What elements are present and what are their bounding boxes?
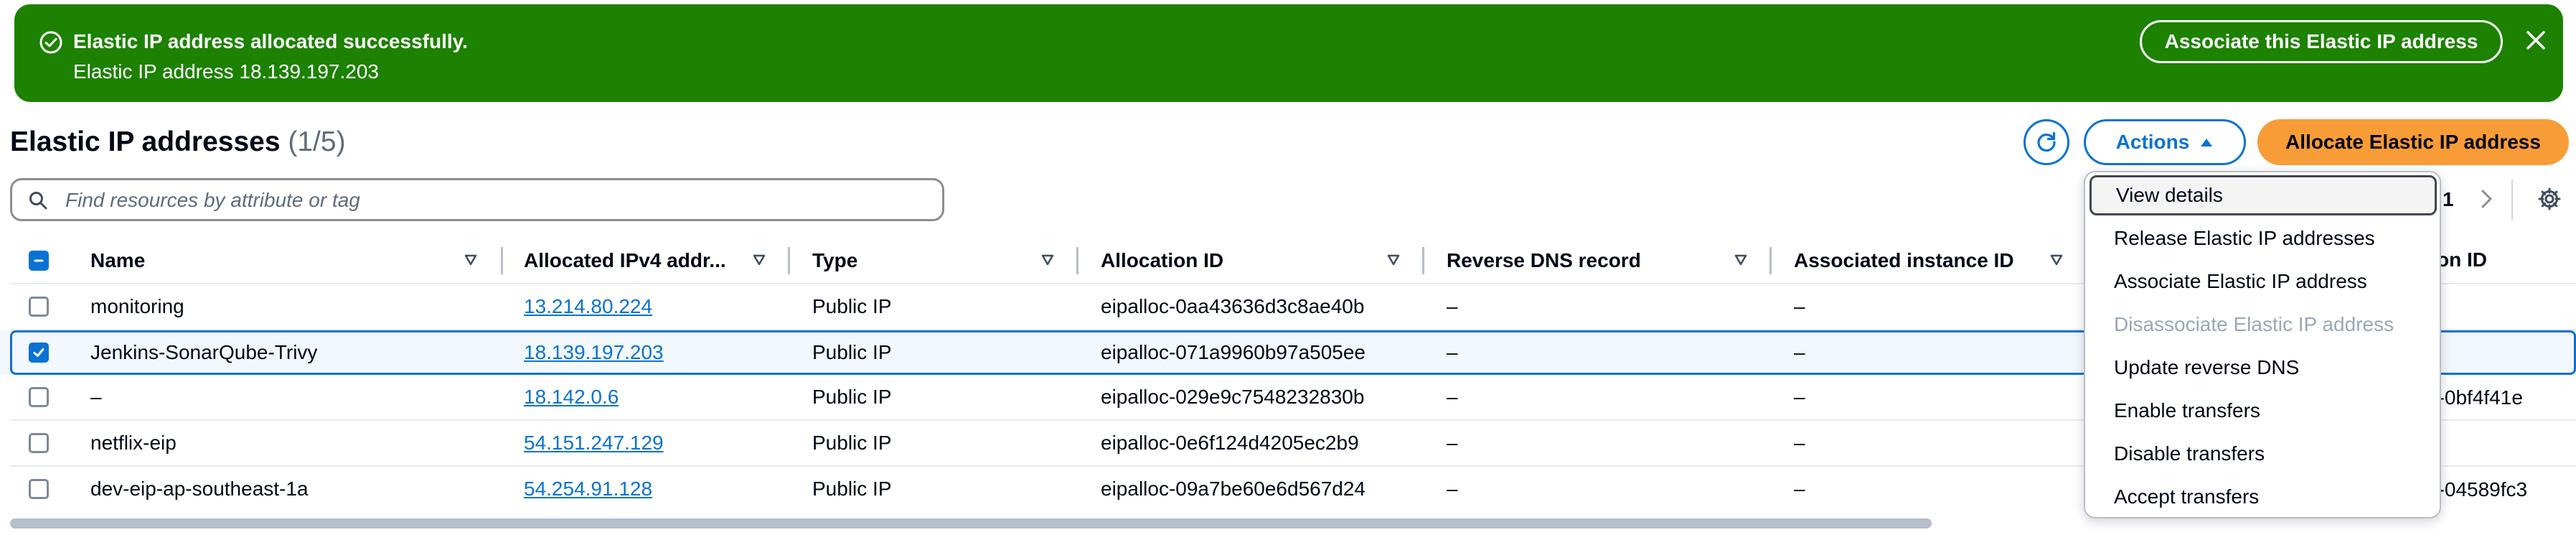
menu-item-enable-transfers[interactable]: Enable transfers bbox=[2085, 391, 2440, 431]
column-resizer[interactable] bbox=[501, 247, 503, 274]
sort-icon[interactable] bbox=[1386, 253, 1401, 267]
cell-name: netflix-eip bbox=[90, 432, 177, 454]
cell-ip-link[interactable]: 54.254.91.128 bbox=[524, 467, 652, 511]
cell-allocation-id: eipalloc-09a7be60e6d567d24 bbox=[1101, 478, 1366, 500]
selection-count: (1/5) bbox=[288, 126, 346, 157]
menu-item-update-reverse-dns[interactable]: Update reverse DNS bbox=[2085, 348, 2440, 388]
cell-type: Public IP bbox=[812, 478, 892, 500]
cell-instance-id: – bbox=[1794, 386, 1805, 408]
page-title-text: Elastic IP addresses bbox=[10, 126, 281, 157]
cell-instance-id: – bbox=[1794, 295, 1805, 317]
column-resizer[interactable] bbox=[1076, 247, 1078, 274]
column-resizer[interactable] bbox=[1769, 247, 1772, 274]
cell-allocation-id: eipalloc-029e9c7548232830b bbox=[1101, 386, 1365, 408]
cell-type: Public IP bbox=[812, 432, 892, 454]
cell-ip-link[interactable]: 18.142.0.6 bbox=[524, 375, 619, 419]
menu-item-associate-eip[interactable]: Associate Elastic IP address bbox=[2085, 261, 2440, 302]
row-checkbox[interactable] bbox=[29, 343, 49, 363]
refresh-button[interactable] bbox=[2023, 119, 2069, 165]
banner-title: Elastic IP address allocated successfull… bbox=[73, 30, 468, 52]
cell-type: Public IP bbox=[812, 295, 892, 317]
search-input[interactable] bbox=[64, 180, 928, 220]
horizontal-scrollbar[interactable] bbox=[10, 518, 1932, 529]
column-resizer[interactable] bbox=[1422, 247, 1424, 274]
cell-reverse-dns: – bbox=[1447, 386, 1458, 408]
cell-reverse-dns: – bbox=[1447, 432, 1458, 454]
menu-item-disable-transfers[interactable]: Disable transfers bbox=[2085, 434, 2440, 474]
cell-allocation-id: eipalloc-0aa43636d3c8ae40b bbox=[1101, 295, 1365, 317]
success-check-icon bbox=[39, 31, 62, 54]
next-page-icon[interactable] bbox=[2478, 187, 2496, 211]
sort-icon[interactable] bbox=[2049, 253, 2064, 267]
column-header-ip[interactable]: Allocated IPv4 addr... bbox=[524, 238, 726, 283]
menu-item-view-details[interactable]: View details bbox=[2090, 175, 2437, 215]
row-checkbox[interactable] bbox=[29, 297, 49, 317]
column-header-reverse-dns[interactable]: Reverse DNS record bbox=[1447, 238, 1641, 283]
column-resizer[interactable] bbox=[788, 247, 790, 274]
cell-instance-id: – bbox=[1794, 432, 1805, 454]
cell-allocation-id: eipalloc-071a9960b97a505ee bbox=[1101, 341, 1366, 363]
actions-dropdown-button[interactable]: Actions bbox=[2084, 119, 2246, 165]
search-icon bbox=[29, 192, 47, 210]
menu-item-accept-transfers[interactable]: Accept transfers bbox=[2085, 477, 2440, 517]
column-header-allocation-id[interactable]: Allocation ID bbox=[1101, 238, 1223, 283]
column-header-name[interactable]: Name bbox=[90, 238, 145, 283]
cell-ip-link[interactable]: 54.151.247.129 bbox=[524, 421, 664, 465]
actions-label: Actions bbox=[2115, 131, 2190, 153]
allocate-eip-button[interactable]: Allocate Elastic IP address bbox=[2257, 119, 2569, 165]
column-header-instance-id[interactable]: Associated instance ID bbox=[1794, 238, 2014, 283]
gear-icon[interactable] bbox=[2537, 187, 2562, 211]
cell-ip-link[interactable]: 18.139.197.203 bbox=[524, 330, 664, 375]
cell-reverse-dns: – bbox=[1447, 478, 1458, 500]
cell-name: monitoring bbox=[90, 295, 184, 317]
menu-item-release-eip[interactable]: Release Elastic IP addresses bbox=[2085, 218, 2440, 259]
cell-name: Jenkins-SonarQube-Trivy bbox=[90, 341, 318, 363]
success-flash-banner: Elastic IP address allocated successfull… bbox=[14, 4, 2563, 102]
actions-dropdown-menu: View details Release Elastic IP addresse… bbox=[2084, 171, 2441, 518]
checkmark-icon bbox=[33, 348, 44, 357]
cell-type: Public IP bbox=[812, 386, 892, 408]
cell-instance-id: – bbox=[1794, 341, 1805, 363]
row-checkbox[interactable] bbox=[29, 433, 49, 453]
column-header-type[interactable]: Type bbox=[812, 238, 857, 283]
toolbar-divider bbox=[2511, 180, 2513, 220]
select-all-checkbox[interactable] bbox=[29, 251, 49, 271]
sort-icon[interactable] bbox=[1040, 253, 1055, 267]
refresh-icon bbox=[2037, 131, 2056, 152]
sort-icon[interactable] bbox=[752, 253, 766, 267]
search-bar[interactable] bbox=[10, 178, 944, 221]
sort-icon[interactable] bbox=[1734, 253, 1748, 267]
banner-message: Elastic IP address 18.139.197.203 bbox=[73, 60, 380, 83]
associate-this-eip-button[interactable]: Associate this Elastic IP address bbox=[2140, 20, 2503, 63]
cell-ip-link[interactable]: 13.214.80.224 bbox=[524, 284, 652, 329]
cell-name: – bbox=[90, 386, 102, 408]
menu-item-disassociate-eip: Disassociate Elastic IP address bbox=[2114, 313, 2394, 335]
cell-name: dev-eip-ap-southeast-1a bbox=[90, 478, 309, 500]
cell-type: Public IP bbox=[812, 341, 892, 363]
caret-up-icon bbox=[2201, 139, 2213, 146]
row-checkbox[interactable] bbox=[29, 387, 49, 407]
cell-reverse-dns: – bbox=[1447, 341, 1458, 363]
page-title: Elastic IP addresses (1/5) bbox=[10, 126, 346, 158]
current-page-number[interactable]: 1 bbox=[2443, 188, 2454, 211]
close-icon[interactable] bbox=[2526, 30, 2546, 50]
cell-instance-id: – bbox=[1794, 478, 1805, 500]
sort-icon[interactable] bbox=[464, 253, 478, 267]
cell-reverse-dns: – bbox=[1447, 295, 1458, 317]
row-checkbox[interactable] bbox=[29, 479, 49, 499]
indeterminate-icon bbox=[34, 259, 44, 262]
cell-allocation-id: eipalloc-0e6f124d4205ec2b9 bbox=[1101, 432, 1359, 454]
